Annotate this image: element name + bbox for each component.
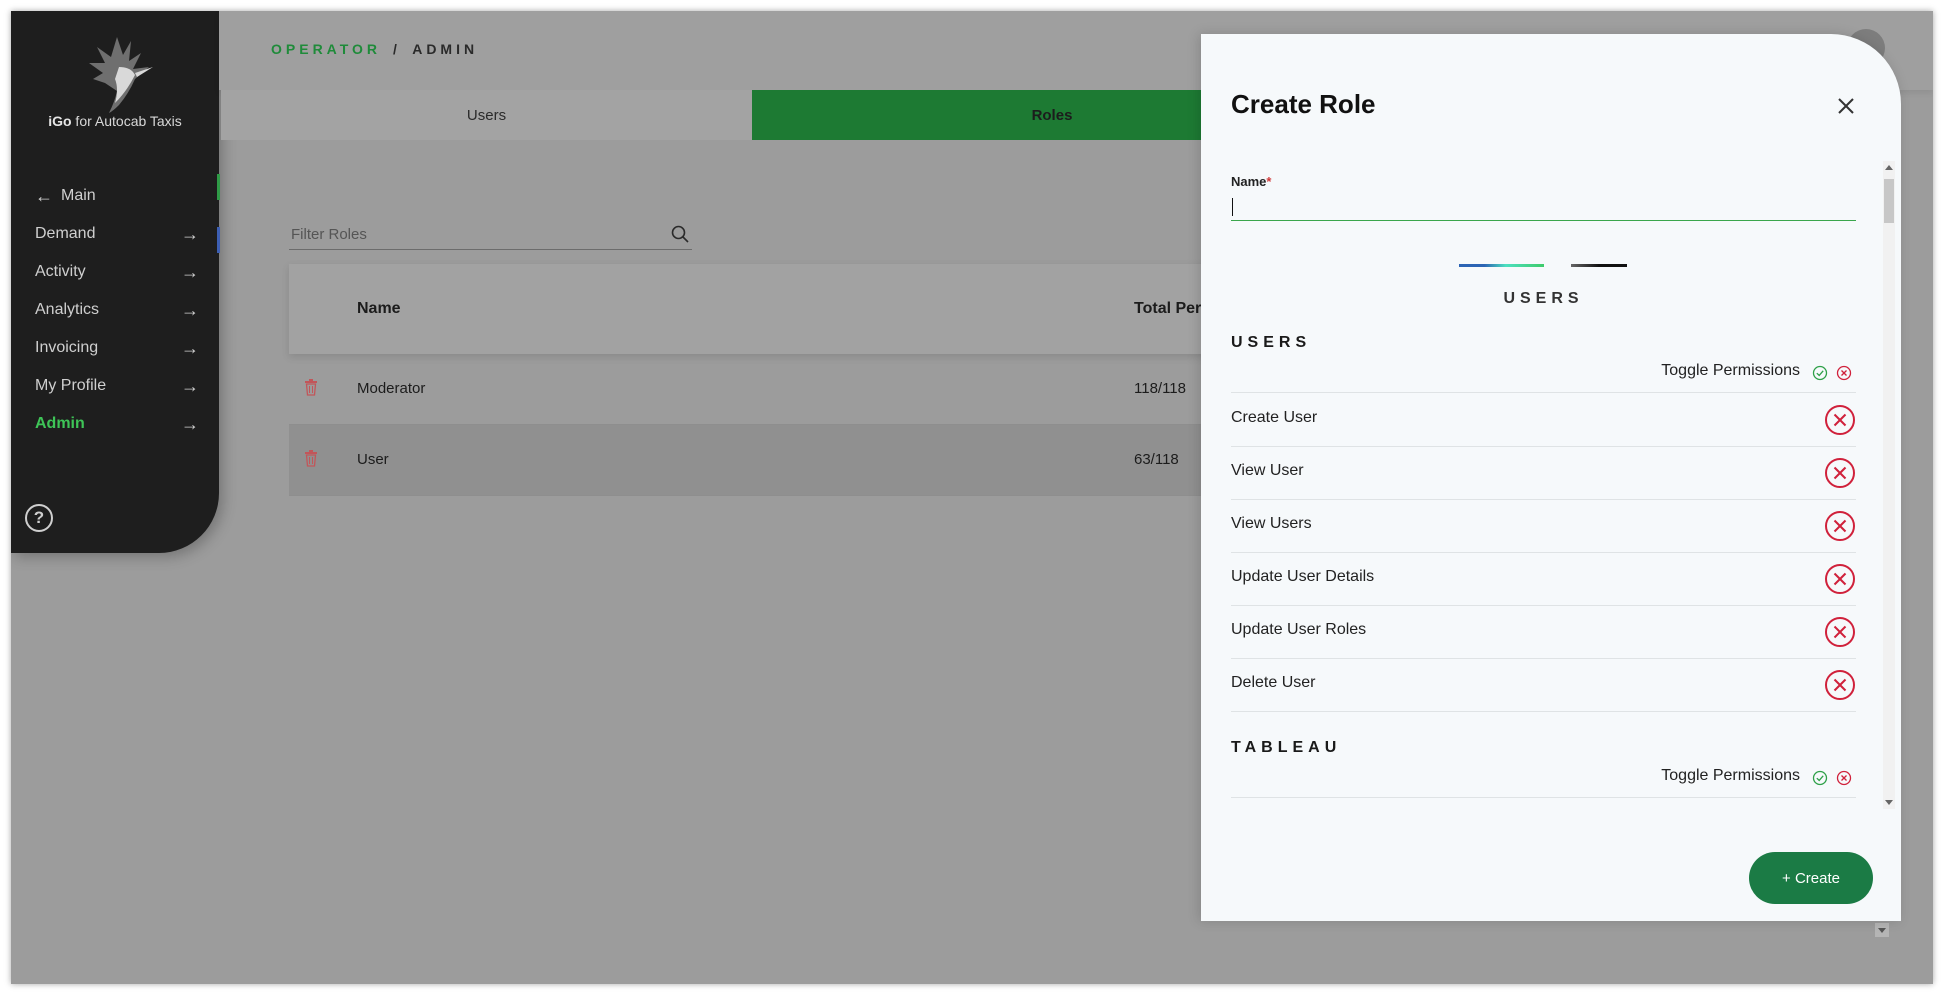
- permission-group-title: USERS: [1231, 334, 1312, 351]
- permission-row: View User: [1231, 447, 1856, 500]
- breadcrumb-operator[interactable]: OPERATOR: [271, 41, 381, 57]
- permission-label: View Users: [1231, 515, 1312, 532]
- arrow-right-icon: →: [181, 299, 199, 320]
- sidebar-item-invoicing[interactable]: Invoicing →: [35, 335, 199, 361]
- sidebar-marker-green: [217, 174, 220, 200]
- create-button[interactable]: + Create: [1749, 852, 1873, 904]
- sidebar-item-activity[interactable]: Activity →: [35, 259, 199, 285]
- breadcrumb-separator: /: [392, 41, 401, 57]
- modal-scrollbar[interactable]: [1883, 161, 1895, 809]
- arrow-left-icon: ←: [35, 185, 53, 206]
- roles-table: Name Total Perm Moderator 118/118 User 6…: [289, 264, 1289, 496]
- deny-x-circle-icon[interactable]: [1824, 616, 1856, 648]
- sidebar-item-label: Invoicing: [35, 339, 99, 356]
- check-circle-icon[interactable]: [1812, 365, 1828, 381]
- table-row[interactable]: User 63/118: [289, 425, 1289, 496]
- deny-x-circle-icon[interactable]: [1824, 563, 1856, 595]
- name-field-label: Name*: [1231, 174, 1272, 189]
- sidebar-item-label: Admin: [35, 415, 85, 432]
- breadcrumb: OPERATOR / ADMIN: [271, 41, 478, 57]
- sidebar-item-label: Demand: [35, 225, 96, 242]
- sidebar-item-label: Activity: [35, 263, 86, 280]
- sidebar-item-demand[interactable]: Demand →: [35, 221, 199, 247]
- deny-x-circle-icon[interactable]: [1824, 404, 1856, 436]
- section-heading: USERS: [1503, 290, 1584, 307]
- permission-label: View User: [1231, 462, 1304, 479]
- arrow-right-icon: →: [181, 413, 199, 434]
- x-circle-icon[interactable]: [1836, 770, 1852, 786]
- sidebar-item-my-profile[interactable]: My Profile →: [35, 373, 199, 399]
- check-circle-icon[interactable]: [1812, 770, 1828, 786]
- permission-label: Create User: [1231, 409, 1318, 426]
- text-caret: [1232, 198, 1233, 216]
- create-role-modal: Create Role Name* USERS USERS Toggle Per…: [1201, 34, 1901, 921]
- table-header: Name Total Perm: [289, 264, 1289, 354]
- step-indicator-active: [1459, 264, 1544, 267]
- sidebar-item-label: My Profile: [35, 377, 107, 394]
- toggle-permissions-row: Toggle Permissions: [1231, 352, 1856, 393]
- hummingbird-logo-icon: [89, 37, 153, 113]
- trash-icon[interactable]: [304, 449, 318, 467]
- filter-roles-input[interactable]: [289, 219, 653, 249]
- deny-x-circle-icon[interactable]: [1824, 510, 1856, 542]
- table-row[interactable]: Moderator 118/118: [289, 354, 1289, 425]
- scroll-up-arrow-icon[interactable]: [1885, 165, 1893, 170]
- sidebar-item-label: Main: [61, 187, 96, 204]
- sidebar-marker-blue: [217, 227, 220, 253]
- arrow-right-icon: →: [181, 261, 199, 282]
- toggle-permissions-row: Toggle Permissions: [1231, 757, 1856, 798]
- arrow-right-icon: →: [181, 375, 199, 396]
- filter-roles: [289, 219, 692, 250]
- modal-title: Create Role: [1231, 89, 1376, 119]
- role-name-input[interactable]: [1231, 194, 1856, 221]
- sidebar-item-main[interactable]: ← Main: [35, 183, 199, 209]
- modal-scroll-area[interactable]: Name* USERS USERS Toggle Permissions Cre…: [1231, 154, 1856, 804]
- help-icon[interactable]: ?: [25, 504, 53, 532]
- deny-x-circle-icon[interactable]: [1824, 457, 1856, 489]
- app-window: iGo for Autocab Taxis ← Main Demand → Ac…: [11, 11, 1933, 984]
- permission-group-title: TABLEAU: [1231, 739, 1342, 756]
- breadcrumb-admin: ADMIN: [412, 41, 479, 57]
- toggle-permissions-label: Toggle Permissions: [1661, 362, 1800, 379]
- role-total-permissions: 118/118: [1134, 380, 1186, 397]
- permission-row: Update User Details: [1231, 553, 1856, 606]
- arrow-right-icon: →: [181, 223, 199, 244]
- permission-row: Delete User: [1231, 659, 1856, 712]
- scroll-down-arrow-icon[interactable]: [1885, 800, 1893, 805]
- role-total-permissions: 63/118: [1134, 451, 1179, 468]
- permission-row: Create User: [1231, 394, 1856, 447]
- search-icon[interactable]: [670, 224, 690, 244]
- close-icon[interactable]: [1834, 94, 1858, 118]
- permission-row: Update User Roles: [1231, 606, 1856, 659]
- step-indicator: [1571, 264, 1627, 267]
- trash-icon[interactable]: [304, 378, 318, 396]
- arrow-right-icon: →: [181, 337, 199, 358]
- scrollbar-thumb[interactable]: [1884, 179, 1894, 223]
- role-name: Moderator: [357, 380, 426, 397]
- deny-x-circle-icon[interactable]: [1824, 669, 1856, 701]
- sidebar-item-admin[interactable]: Admin →: [35, 411, 199, 437]
- sidebar-item-analytics[interactable]: Analytics →: [35, 297, 199, 323]
- scroll-down-button[interactable]: [1875, 923, 1889, 937]
- permission-label: Delete User: [1231, 674, 1316, 691]
- column-header-name[interactable]: Name: [357, 300, 401, 318]
- app-name: iGo for Autocab Taxis: [48, 113, 182, 129]
- tab-users[interactable]: Users: [221, 90, 752, 140]
- toggle-permissions-label: Toggle Permissions: [1661, 767, 1800, 784]
- sidebar: iGo for Autocab Taxis ← Main Demand → Ac…: [11, 11, 219, 553]
- permission-label: Update User Details: [1231, 568, 1375, 585]
- role-name: User: [357, 451, 389, 468]
- x-circle-icon[interactable]: [1836, 365, 1852, 381]
- permission-row: View Users: [1231, 500, 1856, 553]
- permission-label: Update User Roles: [1231, 621, 1367, 638]
- sidebar-item-label: Analytics: [35, 301, 100, 318]
